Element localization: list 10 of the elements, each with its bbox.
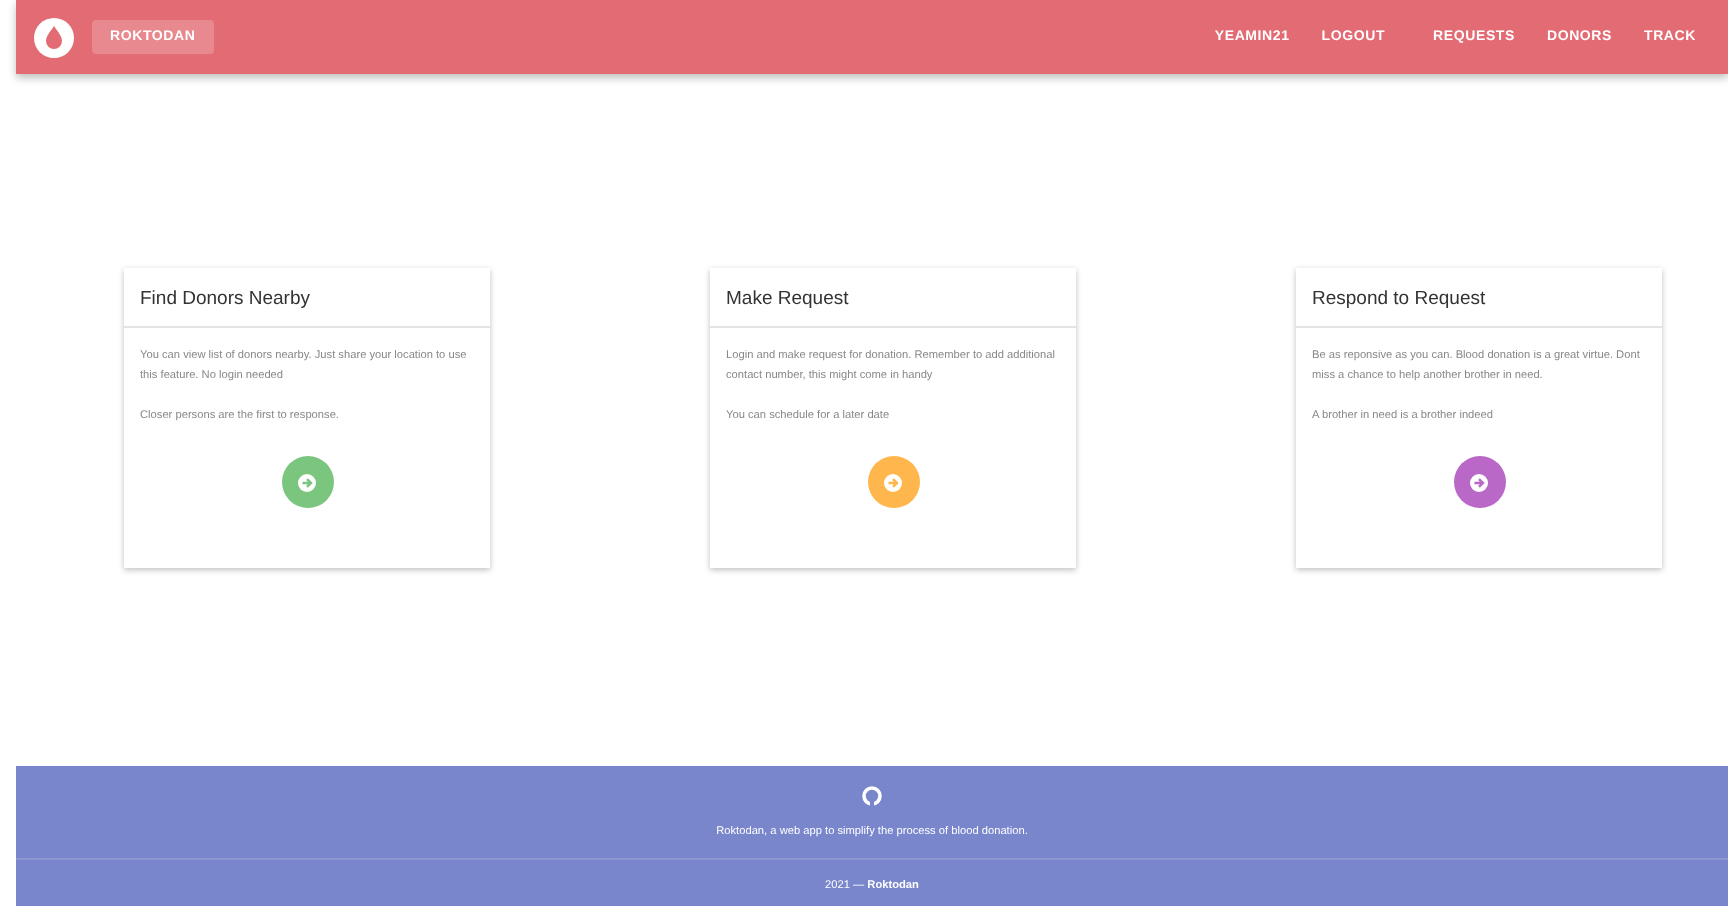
arrow-icon — [884, 473, 902, 491]
card-title: Find Donors Nearby — [124, 268, 490, 328]
card-title: Make Request — [710, 268, 1076, 328]
arrow-icon — [298, 473, 316, 491]
blood-drop-icon[interactable] — [34, 17, 74, 57]
arrow-button[interactable] — [281, 456, 333, 508]
arrow-button[interactable] — [1453, 456, 1505, 508]
arrow-button[interactable] — [867, 456, 919, 508]
arrow-icon — [1470, 473, 1488, 491]
card-title: Respond to Request — [1296, 268, 1662, 328]
